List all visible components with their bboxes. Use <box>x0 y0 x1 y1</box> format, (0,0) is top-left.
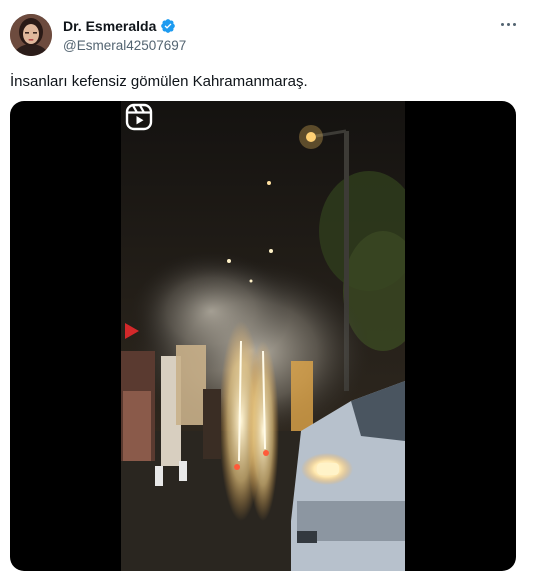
tweet-media-video[interactable] <box>10 101 516 571</box>
user-handle[interactable]: @Esmeral42507697 <box>63 38 186 53</box>
tweet-card: Dr. Esmeralda @Esmeral42507697 İnsanları… <box>0 0 533 571</box>
more-options-icon[interactable] <box>498 18 518 30</box>
tweet-text: İnsanları kefensiz gömülen Kahramanmaraş… <box>10 73 308 90</box>
tweet-header: Dr. Esmeralda @Esmeral42507697 <box>63 17 186 53</box>
display-name[interactable]: Dr. Esmeralda <box>63 18 156 34</box>
avatar[interactable] <box>10 14 52 56</box>
verified-badge-icon <box>160 18 176 34</box>
instagram-reels-icon <box>125 103 153 131</box>
video-frame <box>121 101 405 571</box>
